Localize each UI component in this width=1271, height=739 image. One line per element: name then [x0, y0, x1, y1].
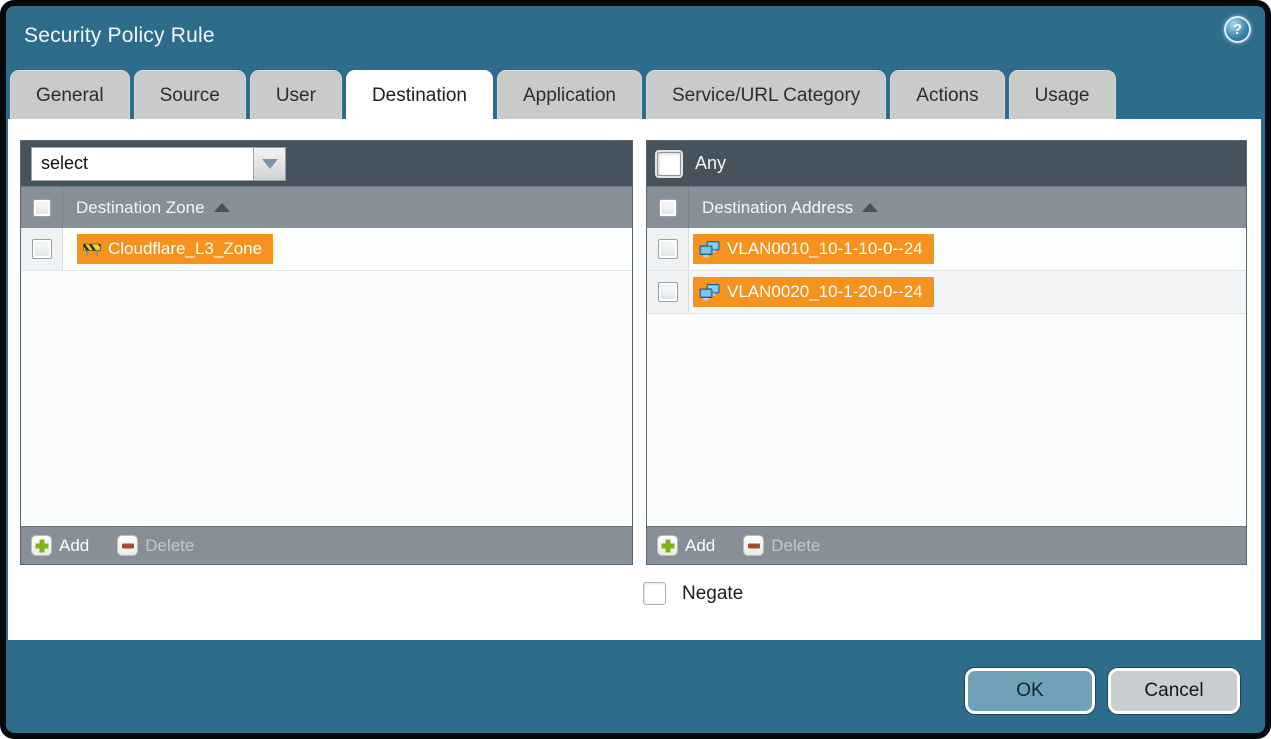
zone-filter-bar: select — [21, 141, 632, 186]
address-any-bar: Any — [647, 141, 1246, 186]
address-row-content: VLAN0020_10-1-20-0--24 — [689, 271, 1246, 313]
address-row-content: VLAN0010_10-1-10-0--24 — [689, 228, 1246, 270]
zone-column-sort[interactable]: Destination Zone — [63, 198, 230, 218]
delete-label: Delete — [771, 536, 820, 556]
zone-item-label: Cloudflare_L3_Zone — [108, 239, 262, 259]
minus-icon — [743, 535, 764, 556]
zone-select-all-checkbox[interactable] — [33, 199, 51, 217]
row-checkbox-cell — [647, 271, 689, 313]
address-select-all-checkbox[interactable] — [659, 199, 677, 217]
delete-label: Delete — [145, 536, 194, 556]
add-label: Add — [685, 536, 715, 556]
tab-actions[interactable]: Actions — [890, 70, 1004, 120]
dropdown-arrow-button[interactable] — [253, 147, 286, 181]
table-row: Cloudflare_L3_Zone — [21, 228, 632, 271]
negate-control: Negate — [643, 582, 743, 605]
security-policy-rule-dialog: Security Policy Rule ? General Source Us… — [0, 0, 1271, 739]
cancel-button[interactable]: Cancel — [1108, 668, 1240, 714]
address-select-all-cell — [647, 187, 689, 228]
sort-ascending-icon — [862, 203, 878, 212]
zone-item[interactable]: Cloudflare_L3_Zone — [77, 234, 273, 264]
negate-label: Negate — [682, 583, 743, 605]
add-label: Add — [59, 536, 89, 556]
address-item-label: VLAN0010_10-1-10-0--24 — [727, 239, 923, 259]
zone-row-content: Cloudflare_L3_Zone — [63, 228, 632, 270]
zone-filter-value: select — [31, 147, 253, 181]
tab-service-url-category[interactable]: Service/URL Category — [646, 70, 886, 120]
tab-destination[interactable]: Destination — [346, 70, 493, 121]
ok-button[interactable]: OK — [965, 668, 1095, 714]
address-item[interactable]: VLAN0010_10-1-10-0--24 — [693, 234, 934, 264]
zone-row-checkbox[interactable] — [32, 239, 52, 259]
add-zone-button[interactable]: Add — [31, 535, 89, 556]
negate-checkbox[interactable] — [643, 582, 666, 605]
help-icon[interactable]: ? — [1224, 16, 1251, 43]
zone-footer-bar: Add Delete — [21, 526, 632, 564]
destination-address-panel: Any Destination Address — [646, 140, 1247, 565]
dialog-background: Security Policy Rule ? General Source Us… — [6, 6, 1265, 733]
plus-icon — [31, 535, 52, 556]
address-column-title: Destination Address — [702, 198, 853, 218]
any-checkbox[interactable] — [657, 152, 681, 176]
dialog-title: Security Policy Rule — [24, 24, 215, 48]
tab-user[interactable]: User — [250, 70, 342, 120]
tab-source[interactable]: Source — [134, 70, 246, 120]
address-footer-bar: Add Delete — [647, 526, 1246, 564]
sort-ascending-icon — [214, 203, 230, 212]
tab-bar: General Source User Destination Applicat… — [10, 70, 1116, 120]
tab-general[interactable]: General — [10, 70, 130, 120]
zone-column-title: Destination Zone — [76, 198, 205, 218]
table-row: VLAN0020_10-1-20-0--24 — [647, 271, 1246, 314]
address-row-checkbox[interactable] — [658, 282, 678, 302]
zone-column-header: Destination Zone — [21, 186, 632, 228]
zone-filter-select[interactable]: select — [31, 147, 286, 181]
network-address-icon — [699, 241, 720, 258]
add-address-button[interactable]: Add — [657, 535, 715, 556]
any-control: Any — [657, 152, 726, 176]
destination-tab-content: select Destination Zone — [8, 119, 1261, 640]
tab-usage[interactable]: Usage — [1009, 70, 1116, 120]
delete-zone-button[interactable]: Delete — [117, 535, 194, 556]
minus-icon — [117, 535, 138, 556]
address-column-header: Destination Address — [647, 186, 1246, 228]
address-column-sort[interactable]: Destination Address — [689, 198, 878, 218]
address-item[interactable]: VLAN0020_10-1-20-0--24 — [693, 277, 934, 307]
delete-address-button[interactable]: Delete — [743, 535, 820, 556]
chevron-down-icon — [262, 159, 278, 169]
any-label: Any — [695, 153, 726, 174]
destination-zone-panel: select Destination Zone — [20, 140, 633, 565]
address-row-checkbox[interactable] — [658, 239, 678, 259]
plus-icon — [657, 535, 678, 556]
address-item-label: VLAN0020_10-1-20-0--24 — [727, 282, 923, 302]
zone-barrier-icon — [83, 242, 101, 257]
network-address-icon — [699, 284, 720, 301]
zone-list: Cloudflare_L3_Zone — [21, 228, 632, 526]
row-checkbox-cell — [21, 228, 63, 270]
address-list: VLAN0010_10-1-10-0--24 — [647, 228, 1246, 526]
table-row: VLAN0010_10-1-10-0--24 — [647, 228, 1246, 271]
tab-application[interactable]: Application — [497, 70, 642, 120]
row-checkbox-cell — [647, 228, 689, 270]
zone-select-all-cell — [21, 187, 63, 228]
